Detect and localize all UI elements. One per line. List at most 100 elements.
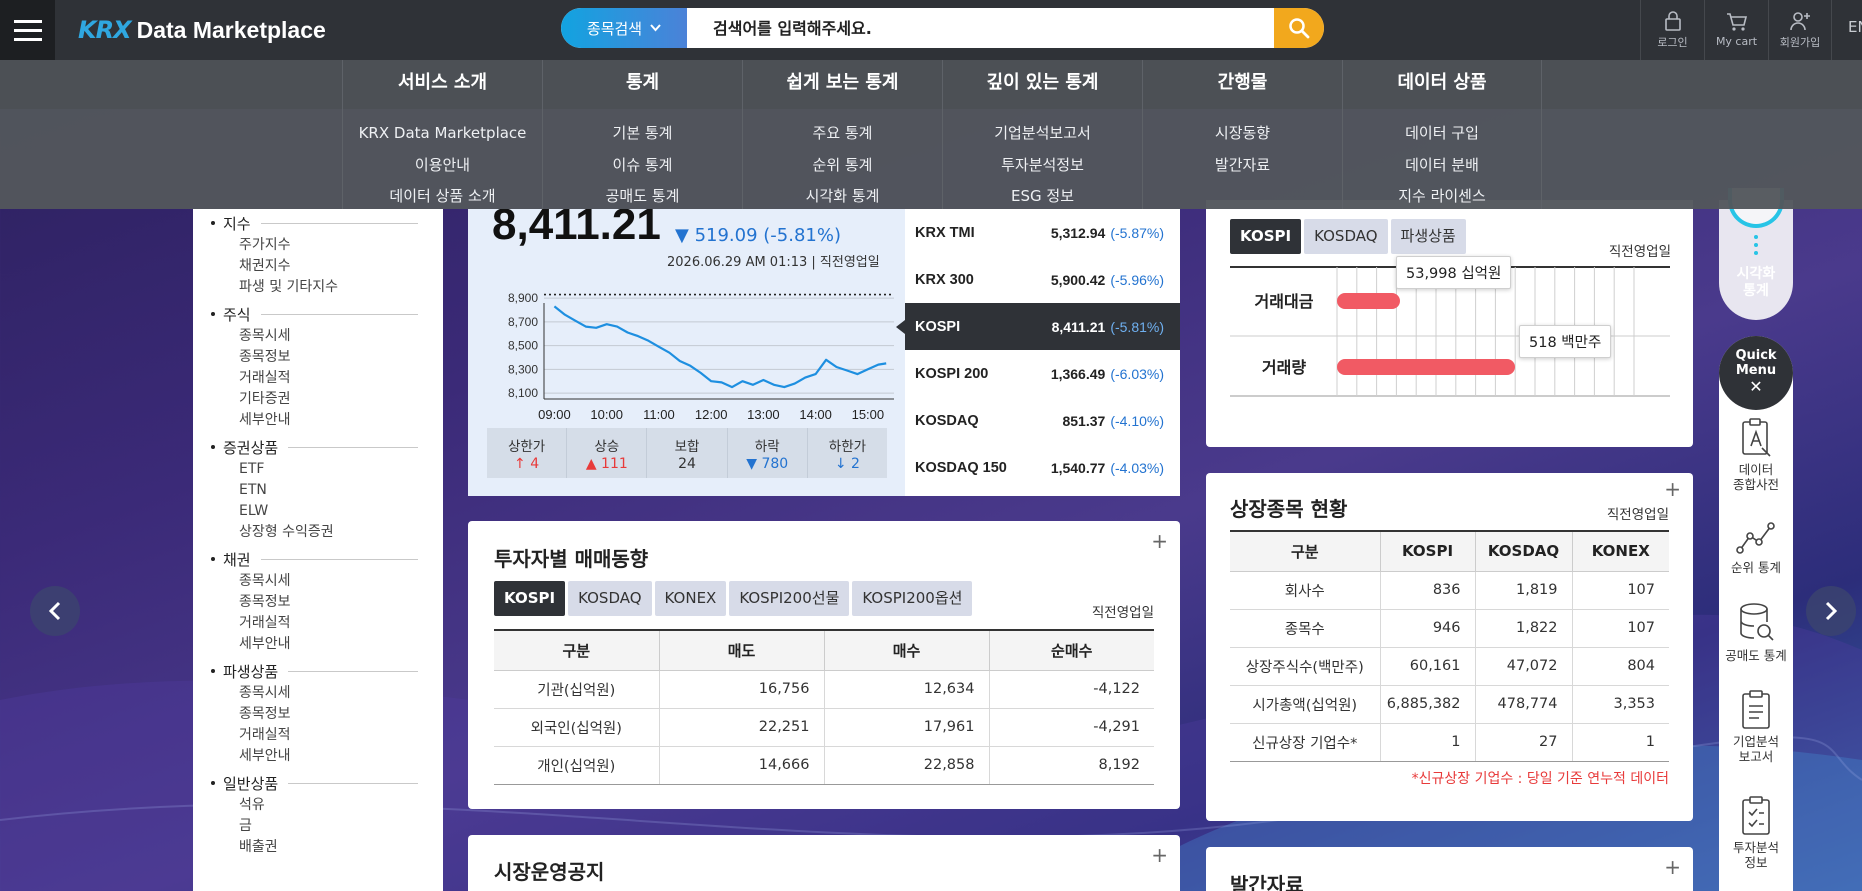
sidebar-item[interactable]: 거래실적 xyxy=(211,725,443,746)
table-cell: 기관(십억원) xyxy=(494,670,660,709)
visual-stats-shortcut[interactable]: 시각화 통계 xyxy=(1719,188,1793,320)
tab-kospi200-options[interactable]: KOSPI200옵션 xyxy=(852,581,973,616)
sidebar-group-header[interactable]: 증권상품 xyxy=(211,435,443,459)
search-input[interactable] xyxy=(687,8,1274,48)
search-button[interactable] xyxy=(1274,8,1324,48)
sidebar-item[interactable]: 종목정보 xyxy=(211,592,443,613)
quick-item-data-dictionary[interactable]: 데이터 종합사전 xyxy=(1719,418,1793,492)
cart-button[interactable]: My cart xyxy=(1704,0,1768,60)
more-plus-icon[interactable]: + xyxy=(1151,529,1168,553)
sidebar-item[interactable]: 석유 xyxy=(211,795,443,816)
quick-item-rank-stats[interactable]: 순위 통계 xyxy=(1719,520,1793,575)
sidebar-item[interactable]: 상장형 수익증권 xyxy=(211,522,443,543)
submenu-item[interactable]: 이슈 통계 xyxy=(543,153,742,185)
index-list-item[interactable]: KOSDAQ 150 1,540.77 (-4.03%) xyxy=(905,444,1180,491)
table-cell: 47,072 xyxy=(1475,647,1573,686)
table-cell: 946 xyxy=(1380,609,1476,648)
sidebar-item[interactable]: 금 xyxy=(211,816,443,837)
index-list-item[interactable]: KRX 300 5,900.42 (-5.96%) xyxy=(905,256,1180,303)
index-list-item[interactable]: KOSDAQ 851.37 (-4.10%) xyxy=(905,397,1180,444)
sidebar-item[interactable]: 종목정보 xyxy=(211,347,443,368)
sidebar-item[interactable]: 파생 및 기타지수 xyxy=(211,277,443,298)
sidebar-item[interactable]: 종목정보 xyxy=(211,704,443,725)
quick-item-short-selling[interactable]: 공매도 통계 xyxy=(1719,602,1793,663)
submenu-item[interactable]: 기본 통계 xyxy=(543,121,742,153)
sidebar-item[interactable]: 주가지수 xyxy=(211,235,443,256)
submenu-item[interactable]: 순위 통계 xyxy=(743,153,942,185)
submenu-item[interactable]: 이용안내 xyxy=(343,153,542,185)
submenu-item[interactable]: 시각화 통계 xyxy=(743,184,942,216)
nav-easy-statistics[interactable]: 쉽게 보는 통계 xyxy=(742,60,942,109)
submenu-item[interactable]: 시장동향 xyxy=(1143,121,1342,153)
submenu-item[interactable]: 주요 통계 xyxy=(743,121,942,153)
tab-konex[interactable]: KONEX xyxy=(654,581,727,616)
index-list-item[interactable]: KRX TMI 5,312.94 (-5.87%) xyxy=(905,209,1180,256)
sidebar-item[interactable]: 종목시세 xyxy=(211,326,443,347)
sidebar-item[interactable]: 거래실적 xyxy=(211,368,443,389)
index-list-item[interactable]: KOSPI 8,411.21 (-5.81%) xyxy=(896,303,1180,350)
submenu-item[interactable]: 데이터 분배 xyxy=(1343,153,1541,185)
sidebar-group-header[interactable]: 채권 xyxy=(211,547,443,571)
sidebar-item[interactable]: 종목시세 xyxy=(211,571,443,592)
submenu-item[interactable]: 기업분석보고서 xyxy=(943,121,1142,153)
carousel-prev-button[interactable] xyxy=(30,586,80,636)
tab-kospi[interactable]: KOSPI xyxy=(1230,219,1302,254)
submenu-item[interactable]: 데이터 구입 xyxy=(1343,121,1541,153)
signup-button[interactable]: 회원가입 xyxy=(1768,0,1832,60)
table-cell: 1 xyxy=(1572,723,1669,762)
rank-chart-icon xyxy=(1736,522,1775,554)
sidebar-item[interactable]: ETF xyxy=(211,459,443,480)
submenu-item[interactable]: 공매도 통계 xyxy=(543,184,742,216)
more-plus-icon[interactable]: + xyxy=(1664,477,1681,501)
sidebar-item[interactable]: 거래실적 xyxy=(211,613,443,634)
search-category-select[interactable]: 종목검색 xyxy=(561,8,687,48)
table-cell: 14,666 xyxy=(659,746,825,785)
sidebar-item[interactable]: 기타증권 xyxy=(211,389,443,410)
sidebar-item[interactable]: ELW xyxy=(211,501,443,522)
quick-item-company-report[interactable]: 기업분석 보고서 xyxy=(1719,690,1793,764)
sidebar-item[interactable]: 종목시세 xyxy=(211,683,443,704)
submenu-item[interactable]: 발간자료 xyxy=(1143,153,1342,185)
submenu-item[interactable]: ESG 정보 xyxy=(943,184,1142,216)
tab-kospi200-futures[interactable]: KOSPI200선물 xyxy=(729,581,850,616)
sidebar-group-title: 파생상품 xyxy=(223,662,279,681)
y-tick-label: 8,900 xyxy=(508,291,538,305)
nav-deep-statistics[interactable]: 깊이 있는 통계 xyxy=(942,60,1142,109)
sidebar-item[interactable]: 배출권 xyxy=(211,837,443,858)
mega-menu: KRX Data Marketplace 이용안내 데이터 상품 소개 기본 통… xyxy=(0,109,1862,209)
sidebar-item[interactable]: 세부안내 xyxy=(211,746,443,767)
more-plus-icon[interactable]: + xyxy=(1151,843,1168,867)
sidebar-item[interactable]: 채권지수 xyxy=(211,256,443,277)
tab-kosdaq[interactable]: KOSDAQ xyxy=(1304,219,1388,254)
tab-kospi[interactable]: KOSPI xyxy=(494,581,566,616)
index-name: KOSDAQ 150 xyxy=(915,459,1007,476)
nav-service-intro[interactable]: 서비스 소개 xyxy=(342,60,542,109)
sidebar-item[interactable]: ETN xyxy=(211,480,443,501)
nav-data-products[interactable]: 데이터 상품 xyxy=(1342,60,1542,109)
tab-kosdaq[interactable]: KOSDAQ xyxy=(568,581,652,616)
quick-item-investment-info[interactable]: 투자분석 정보 xyxy=(1719,796,1793,870)
login-button[interactable]: 로그인 xyxy=(1640,0,1704,60)
more-plus-icon[interactable]: + xyxy=(1664,855,1681,879)
tab-derivatives[interactable]: 파생상품 xyxy=(1390,219,1466,254)
nav-publications[interactable]: 간행물 xyxy=(1142,60,1342,109)
sidebar-item[interactable]: 세부안내 xyxy=(211,410,443,431)
submenu-item[interactable]: 지수 라이센스 xyxy=(1343,184,1541,216)
sidebar-group-header[interactable]: 주식 xyxy=(211,302,443,326)
submenu-item[interactable]: 데이터 상품 소개 xyxy=(343,184,542,216)
site-logo[interactable]: KRX Data Marketplace xyxy=(78,12,326,48)
hamburger-menu-icon[interactable] xyxy=(0,0,55,60)
report-icon xyxy=(1742,690,1770,729)
sidebar-group-header[interactable]: 파생상품 xyxy=(211,659,443,683)
index-list-item[interactable]: KOSPI 200 1,366.49 (-6.03%) xyxy=(905,350,1180,397)
nav-statistics[interactable]: 통계 xyxy=(542,60,742,109)
quick-menu-label: Quick Menu xyxy=(1735,348,1777,378)
submenu-item[interactable]: 투자분석정보 xyxy=(943,153,1142,185)
quick-menu-toggle-button[interactable]: Quick Menu ✕ xyxy=(1719,336,1793,410)
sidebar-group-header[interactable]: 일반상품 xyxy=(211,771,443,795)
index-name: KRX TMI xyxy=(915,224,975,241)
submenu-item[interactable]: KRX Data Marketplace xyxy=(343,121,542,153)
sidebar-item[interactable]: 세부안내 xyxy=(211,634,443,655)
carousel-next-button[interactable] xyxy=(1806,586,1856,636)
language-toggle[interactable]: EN xyxy=(1848,18,1862,36)
